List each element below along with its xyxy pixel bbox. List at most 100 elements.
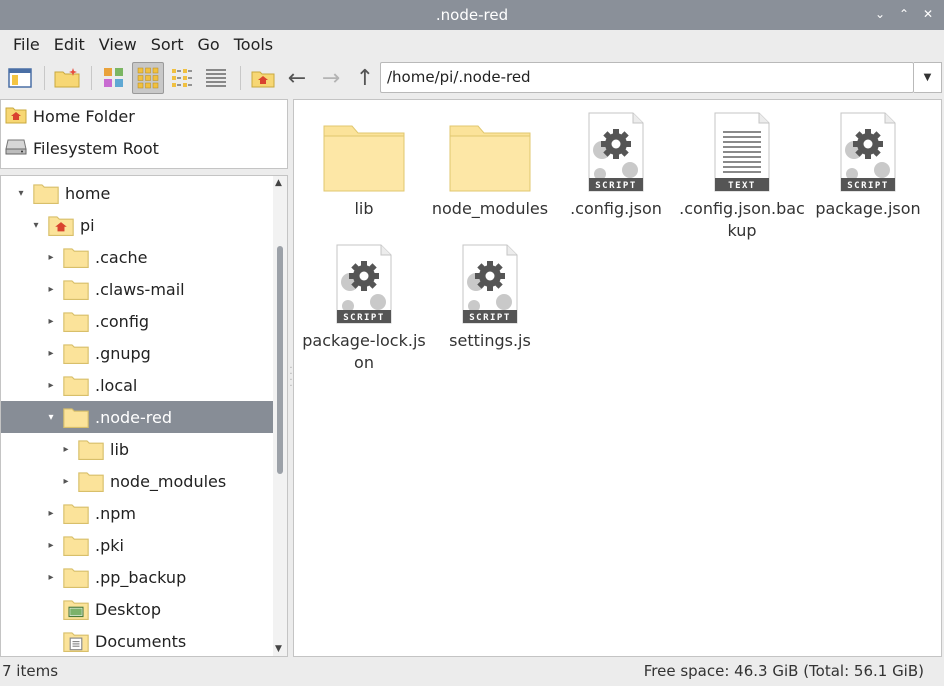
menu-tools[interactable]: Tools <box>227 35 280 54</box>
forward-arrow-icon: → <box>321 65 341 91</box>
home-folder-icon <box>5 104 27 128</box>
tree-item[interactable]: ▸ .gnupg <box>1 337 274 369</box>
expander-closed-icon[interactable]: ▸ <box>45 380 57 391</box>
new-window-button[interactable] <box>4 62 36 94</box>
new-folder-button[interactable] <box>51 62 83 94</box>
tree-item[interactable]: ▾ .node-red <box>1 401 274 433</box>
script-file-icon: SCRIPT <box>805 106 931 192</box>
menu-edit[interactable]: Edit <box>47 35 92 54</box>
scroll-up-icon[interactable]: ▲ <box>275 178 282 188</box>
expander-open-icon[interactable]: ▾ <box>30 220 42 231</box>
tree-item[interactable]: ▸ node_modules <box>1 465 274 497</box>
up-button[interactable]: ↑ <box>349 62 381 94</box>
folder-icon <box>427 106 553 192</box>
script-file-icon: SCRIPT <box>301 238 427 324</box>
expander-open-icon[interactable]: ▾ <box>45 412 57 423</box>
file-item[interactable]: TEXT .config.json.backup <box>679 106 805 242</box>
scroll-down-icon[interactable]: ▼ <box>275 644 282 654</box>
home-button[interactable] <box>247 62 279 94</box>
tree-item-label: .local <box>95 375 138 395</box>
folder-icon <box>33 182 59 204</box>
drive-icon <box>5 136 27 160</box>
minimize-icon[interactable]: ⌄ <box>872 6 888 22</box>
tree-item[interactable]: Documents <box>1 625 274 656</box>
tree-item[interactable]: ▸ lib <box>1 433 274 465</box>
svg-text:SCRIPT: SCRIPT <box>343 313 385 323</box>
folder-icon <box>63 342 89 364</box>
file-name: package-lock.json <box>302 331 426 372</box>
close-icon[interactable]: ✕ <box>920 6 936 22</box>
file-item[interactable]: SCRIPT package.json <box>805 106 931 220</box>
folder-icon <box>63 246 89 268</box>
list-view-button[interactable] <box>200 62 232 94</box>
expander-closed-icon[interactable]: ▸ <box>60 444 72 455</box>
tree-item[interactable]: ▾ pi <box>1 209 274 241</box>
expander-closed-icon[interactable]: ▸ <box>45 348 57 359</box>
file-name: package.json <box>815 199 921 218</box>
tree-item-label: .npm <box>95 503 136 523</box>
folder-icon <box>63 406 89 428</box>
expander-closed-icon[interactable]: ▸ <box>45 252 57 263</box>
forward-button[interactable]: → <box>315 62 347 94</box>
new-folder-icon <box>54 68 80 88</box>
places-pane: Home Folder Filesystem Root <box>0 99 288 169</box>
script-file-icon: SCRIPT <box>427 238 553 324</box>
tree-item-label: .pki <box>95 535 124 555</box>
expander-closed-icon[interactable]: ▸ <box>45 508 57 519</box>
tree-item[interactable]: ▸ .claws-mail <box>1 273 274 305</box>
text-file-icon: TEXT <box>679 106 805 192</box>
icon-view-icon <box>137 67 159 89</box>
path-input[interactable]: /home/pi/.node-red <box>380 62 914 93</box>
tree-item[interactable]: ▸ .local <box>1 369 274 401</box>
tree-item[interactable]: ▸ .config <box>1 305 274 337</box>
expander-closed-icon[interactable]: ▸ <box>45 572 57 583</box>
tree-item-label: node_modules <box>110 471 227 491</box>
file-view: lib node_modules SCRIPT .config.json TEXT… <box>293 99 942 657</box>
maximize-icon[interactable]: ⌃ <box>896 6 912 22</box>
folder-icon <box>63 310 89 332</box>
status-bar: 7 items Free space: 46.3 GiB (Total: 56.… <box>0 658 944 684</box>
tree-item[interactable]: ▸ .cache <box>1 241 274 273</box>
file-item[interactable]: SCRIPT settings.js <box>427 238 553 352</box>
file-name: .config.json.backup <box>679 199 805 240</box>
menu-file[interactable]: File <box>6 35 47 54</box>
expander-open-icon[interactable]: ▾ <box>15 188 27 199</box>
icon-view-button[interactable] <box>132 62 164 94</box>
list-view-icon <box>206 69 226 87</box>
tree-item-label: .claws-mail <box>95 279 185 299</box>
place-filesystem-root[interactable]: Filesystem Root <box>1 132 287 164</box>
chevron-down-icon: ▼ <box>923 72 932 83</box>
place-home-folder[interactable]: Home Folder <box>1 100 287 132</box>
tree-item[interactable]: Desktop <box>1 593 274 625</box>
tree-item-label: .cache <box>95 247 148 267</box>
script-file-icon: SCRIPT <box>553 106 679 192</box>
back-button[interactable]: ← <box>281 62 313 94</box>
tree-item[interactable]: ▸ .pki <box>1 529 274 561</box>
compact-view-button[interactable] <box>166 62 198 94</box>
expander-closed-icon[interactable]: ▸ <box>60 476 72 487</box>
folder-icon <box>63 502 89 524</box>
file-item[interactable]: SCRIPT package-lock.json <box>301 238 427 374</box>
expander-closed-icon[interactable]: ▸ <box>45 316 57 327</box>
menu-sort[interactable]: Sort <box>144 35 191 54</box>
file-item[interactable]: SCRIPT .config.json <box>553 106 679 220</box>
tree-item-label: pi <box>80 215 95 235</box>
folder-icon <box>78 470 104 492</box>
tree-item[interactable]: ▸ .npm <box>1 497 274 529</box>
tree-item-label: Desktop <box>95 599 161 619</box>
tree-item-label: .config <box>95 311 150 331</box>
menu-go[interactable]: Go <box>191 35 227 54</box>
tree-scrollbar[interactable]: ▲ ▼ <box>273 176 287 656</box>
file-item[interactable]: node_modules <box>427 106 553 220</box>
menu-view[interactable]: View <box>92 35 144 54</box>
svg-text:TEXT: TEXT <box>728 181 756 191</box>
thumbnail-view-button[interactable] <box>98 62 130 94</box>
tree-item[interactable]: ▾ home <box>1 177 274 209</box>
tree-item[interactable]: ▸ .pp_backup <box>1 561 274 593</box>
folder-icon <box>301 106 427 192</box>
file-item[interactable]: lib <box>301 106 427 220</box>
scrollbar-thumb[interactable] <box>277 246 283 474</box>
expander-closed-icon[interactable]: ▸ <box>45 540 57 551</box>
expander-closed-icon[interactable]: ▸ <box>45 284 57 295</box>
path-dropdown-button[interactable]: ▼ <box>914 62 942 93</box>
